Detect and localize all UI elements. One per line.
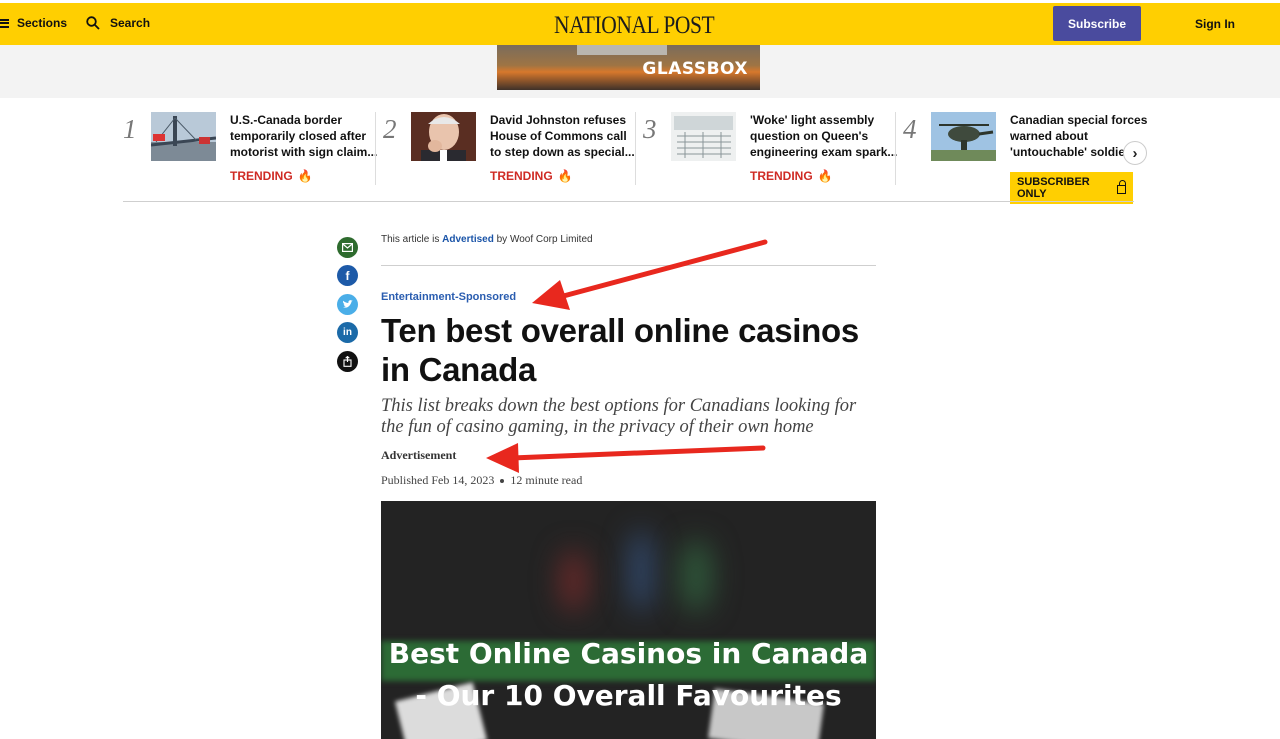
trending-tag: TRENDING 🔥 <box>230 169 313 183</box>
chevron-right-icon: › <box>1132 144 1138 162</box>
flame-icon: 🔥 <box>297 169 313 183</box>
email-icon <box>342 243 353 252</box>
subscribe-button[interactable]: Subscribe <box>1053 6 1141 41</box>
trending-rank: 2 <box>383 114 397 144</box>
hero-graphic <box>561 551 586 611</box>
flame-icon: 🔥 <box>817 169 833 183</box>
trending-item[interactable]: 4 Canadian special forces warned about '… <box>903 112 1147 204</box>
hero-image: Best Online Casinos in Canada - Our 10 O… <box>381 501 876 739</box>
article-deck: This list breaks down the best options f… <box>381 396 857 437</box>
read-time: 12 minute read <box>510 473 583 487</box>
share-icon <box>343 356 352 367</box>
share-email-button[interactable] <box>337 237 358 258</box>
trending-rank: 4 <box>903 114 917 144</box>
divider <box>635 112 636 185</box>
sign-in-link[interactable]: Sign In <box>1195 17 1235 31</box>
ad-brand: GLASSBOX <box>642 59 748 79</box>
advertised-link[interactable]: Advertised <box>442 234 494 245</box>
site-logo[interactable]: NATIONAL POST <box>554 12 715 40</box>
trending-thumbnail <box>671 112 736 161</box>
divider <box>895 112 896 185</box>
trending-thumbnail <box>151 112 216 161</box>
annotation-arrow <box>486 443 766 473</box>
divider <box>375 112 376 185</box>
trending-title: David Johnston refuses House of Commons … <box>490 113 635 159</box>
twitter-icon <box>343 300 353 308</box>
trending-title: 'Woke' light assembly question on Queen'… <box>750 113 898 159</box>
article-meta: Published Feb 14, 2023 12 minute read <box>381 473 582 488</box>
banner-ad[interactable]: GLASSBOX <box>497 45 760 90</box>
share-linkedin-button[interactable]: in <box>337 322 358 343</box>
next-arrow-button[interactable]: › <box>1123 141 1147 165</box>
hamburger-icon <box>0 18 9 28</box>
article-category[interactable]: Entertainment-Sponsored <box>381 291 516 303</box>
divider <box>381 265 876 266</box>
sections-menu-button[interactable]: Sections <box>0 16 67 30</box>
trending-rank: 1 <box>123 114 137 144</box>
separator-dot <box>500 479 505 484</box>
trending-tag: TRENDING 🔥 <box>490 169 573 183</box>
publish-date: Published Feb 14, 2023 <box>381 473 495 487</box>
hero-graphic <box>681 541 711 611</box>
flame-icon: 🔥 <box>557 169 573 183</box>
trending-item[interactable]: 1 U.S.-Canada border temporarily closed … <box>123 112 377 186</box>
sections-label: Sections <box>17 16 68 30</box>
disclosure-suffix: by Woof Corp Limited <box>496 234 593 245</box>
sponsored-disclosure: This article is Advertised by Woof Corp … <box>381 234 593 245</box>
divider <box>123 201 1134 202</box>
trending-thumbnail <box>411 112 476 161</box>
hero-graphic <box>631 531 651 611</box>
share-more-button[interactable] <box>337 351 358 372</box>
trending-thumbnail <box>931 112 996 161</box>
ad-graphic <box>577 45 667 55</box>
share-facebook-button[interactable]: f <box>337 265 358 286</box>
disclosure-prefix: This article is <box>381 234 440 245</box>
search-button[interactable]: Search <box>86 16 150 30</box>
annotation-arrow <box>532 239 768 310</box>
trending-item[interactable]: 3 'Woke' light assembly question on Quee… <box>643 112 897 186</box>
facebook-icon: f <box>345 268 350 283</box>
advertisement-label: Advertisement <box>381 448 457 462</box>
subscriber-only-badge: SUBSCRIBER ONLY <box>1010 172 1133 204</box>
hero-title: Best Online Casinos in Canada - Our 10 O… <box>388 637 869 712</box>
lock-icon <box>1116 179 1126 194</box>
share-twitter-button[interactable] <box>337 294 358 315</box>
trending-title: U.S.-Canada border temporarily closed af… <box>230 113 378 159</box>
trending-rank: 3 <box>643 114 657 144</box>
article-headline: Ten best overall online casinos in Canad… <box>381 312 859 388</box>
site-header: Sections Search NATIONAL POST Subscribe … <box>0 3 1280 45</box>
search-icon <box>86 16 100 30</box>
search-label: Search <box>110 16 151 30</box>
linkedin-icon: in <box>343 327 352 338</box>
trending-tag: TRENDING 🔥 <box>750 169 833 183</box>
trending-item[interactable]: 2 David Johnston refuses House of Common… <box>383 112 635 186</box>
